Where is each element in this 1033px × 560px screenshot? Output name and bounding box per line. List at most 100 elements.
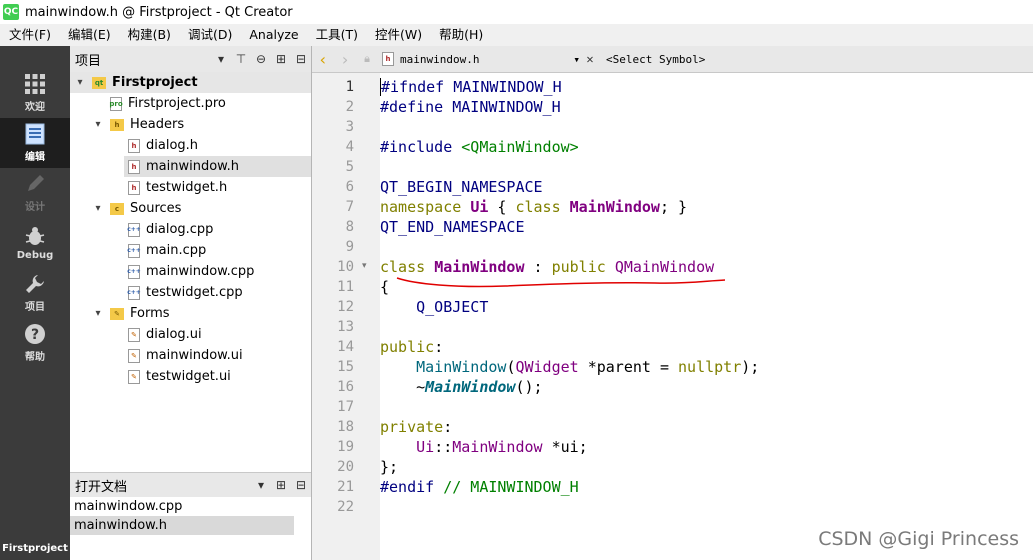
line-number: 13 [337,319,354,335]
wrench-icon [26,275,44,293]
mode-help[interactable]: ? 帮助 [0,318,70,368]
mode-debug[interactable]: Debug [0,218,70,268]
tree-file[interactable]: ✎ dialog.ui [128,324,202,345]
line-number: 15 [337,359,354,375]
tree-file-pro[interactable]: pro Firstproject.pro [109,93,226,114]
file-selector[interactable]: h mainwindow.h ▾ [382,52,580,66]
title-bar: QC mainwindow.h @ Firstproject - Qt Crea… [0,0,1033,24]
editor-toolbar: ‹ › 🔒︎ h mainwindow.h ▾ ✕ <Select Symbol… [312,46,1033,73]
code-line: { [380,278,390,296]
close-document-icon[interactable]: ✕ [580,48,600,70]
tree-file[interactable]: c++ testwidget.cpp [127,282,243,303]
expand-arrow-icon[interactable]: ▾ [92,114,104,135]
split-icon[interactable]: ⊞ [271,474,291,496]
code-line: class MainWindow : public QMainWindow [380,258,715,276]
window-title: mainwindow.h @ Firstproject - Qt Creator [25,4,293,20]
mode-help-label: 帮助 [25,352,45,363]
expand-arrow-icon[interactable]: ▾ [92,198,104,219]
forward-arrow-icon[interactable]: › [334,48,356,70]
code-line: namespace Ui { class MainWindow; } [380,198,688,216]
line-number: 7 [345,199,354,215]
menu-tools[interactable]: 工具(T) [307,24,366,46]
line-number: 10 [337,259,354,275]
code-line: QT_BEGIN_NAMESPACE [380,178,543,196]
tree-file[interactable]: c++ dialog.cpp [127,219,213,240]
line-number: 21 [337,479,354,495]
symbol-selector[interactable]: <Select Symbol> [606,53,705,66]
menu-analyze[interactable]: Analyze [240,24,306,46]
bug-icon [25,227,45,245]
menu-file[interactable]: 文件(F) [0,24,59,46]
tree-file-label: dialog.h [146,138,199,153]
split-icon[interactable]: ⊞ [271,48,291,70]
folder-icon: h [110,118,124,131]
line-number: 2 [345,99,354,115]
active-project-label[interactable]: Firstproject [0,543,70,554]
line-number: 14 [337,339,354,355]
line-number: 18 [337,419,354,435]
mode-projects[interactable]: 项目 [0,268,70,318]
tree-file[interactable]: ✎ mainwindow.ui [128,345,243,366]
line-number: 3 [345,119,354,135]
cpp-file-icon: c++ [127,243,141,258]
fold-marker-icon[interactable]: ▾ [362,261,367,271]
ui-file-icon: ✎ [128,348,140,363]
pro-file-icon: pro [109,96,123,111]
code-line: #ifndef MAINWINDOW_H [380,78,562,96]
mode-design[interactable]: 设计 [0,168,70,218]
tree-project-root[interactable]: ▾ qt Firstproject [70,72,311,93]
close-pane-icon[interactable]: ⊟ [291,48,311,70]
tree-file-label: main.cpp [146,243,207,258]
open-doc-item[interactable]: mainwindow.cpp [70,497,294,516]
tree-file[interactable]: h testwidget.h [128,177,227,198]
back-arrow-icon[interactable]: ‹ [312,48,334,70]
tree-file-selected[interactable]: h mainwindow.h [124,156,311,177]
code-editor[interactable]: #ifndef MAINWINDOW_H #define MAINWINDOW_… [380,73,1033,560]
chevron-down-icon[interactable]: ▾ [211,48,231,70]
project-icon: qt [92,76,106,89]
tree-folder-sources[interactable]: ▾ c Sources [92,198,181,219]
tree-file[interactable]: h dialog.h [128,135,198,156]
tree-file[interactable]: ✎ testwidget.ui [128,366,231,387]
code-line: ~MainWindow(); [380,378,543,396]
mode-edit-label: 编辑 [25,152,45,163]
tree-folder-label: Sources [130,201,182,216]
filter-icon[interactable]: ⊤ [231,48,251,70]
header-file-icon: h [382,52,394,66]
tree-file-label: dialog.ui [146,327,202,342]
project-pane-title[interactable]: 项目 [75,50,211,69]
open-doc-item-selected[interactable]: mainwindow.h [70,516,294,535]
expand-arrow-icon[interactable]: ▾ [74,72,86,93]
code-line: #include <QMainWindow> [380,138,579,156]
mode-edit[interactable]: 编辑 [0,118,70,168]
header-file-icon: h [128,180,140,195]
ui-file-icon: ✎ [128,327,140,342]
header-file-icon: h [128,138,140,153]
lock-icon: 🔒︎ [364,52,370,65]
mode-debug-label: Debug [16,250,54,261]
menu-build[interactable]: 构建(B) [119,24,179,46]
expand-arrow-icon[interactable]: ▾ [92,303,104,324]
header-file-icon: h [128,159,140,174]
tree-file-label: Firstproject.pro [128,96,226,111]
tree-folder-headers[interactable]: ▾ h Headers [92,114,184,135]
tree-folder-forms[interactable]: ▾ ✎ Forms [92,303,169,324]
svg-text:?: ? [31,327,39,343]
open-docs-title[interactable]: 打开文档 [75,476,251,495]
tree-file[interactable]: c++ mainwindow.cpp [127,261,254,282]
menu-edit[interactable]: 编辑(E) [59,24,119,46]
tree-file-label: testwidget.cpp [146,285,243,300]
menu-help[interactable]: 帮助(H) [430,24,491,46]
chevron-down-icon[interactable]: ▾ [251,474,271,496]
code-line: }; [380,458,399,476]
cpp-file-icon: c++ [127,285,141,300]
link-icon[interactable]: ⊖ [251,48,271,70]
menu-debug[interactable]: 调试(D) [179,24,240,46]
close-pane-icon[interactable]: ⊟ [291,474,311,496]
tree-folder-label: Headers [130,117,185,132]
tree-file[interactable]: c++ main.cpp [127,240,207,261]
menu-widgets[interactable]: 控件(W) [366,24,430,46]
red-underline-annotation [396,277,726,288]
code-line: QT_END_NAMESPACE [380,218,525,236]
mode-welcome[interactable]: 欢迎 [0,68,70,118]
